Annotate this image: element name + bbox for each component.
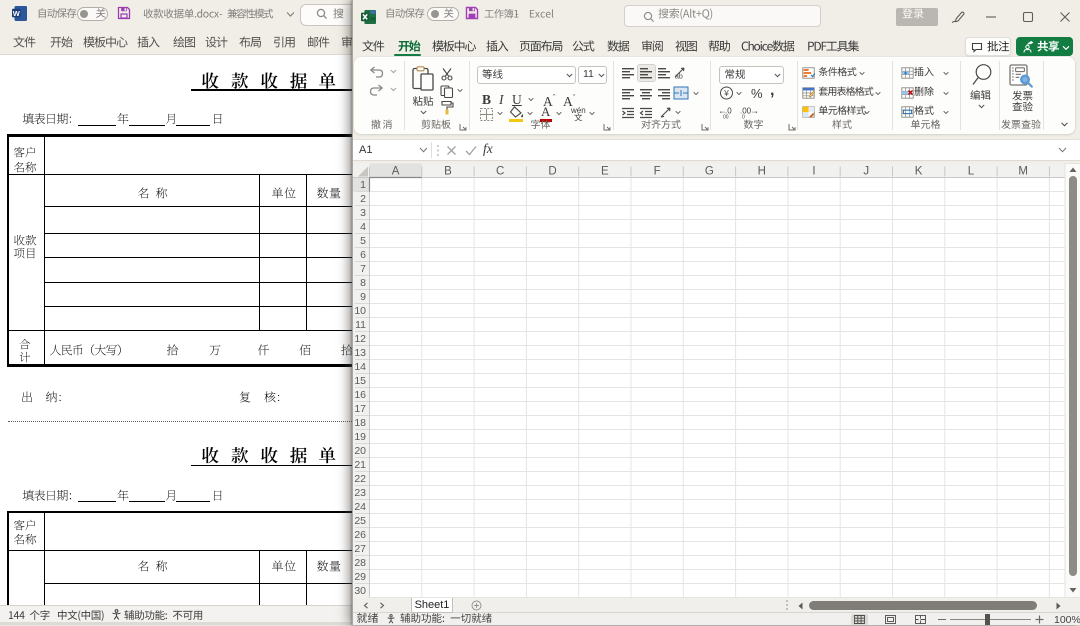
svg-text:A: A — [392, 166, 400, 178]
svg-text:4: 4 — [360, 221, 366, 233]
svg-text:F: F — [654, 166, 661, 178]
svg-text:B: B — [444, 166, 452, 178]
svg-text:17: 17 — [354, 403, 366, 415]
svg-text:11: 11 — [355, 319, 366, 331]
svg-text:24: 24 — [354, 501, 366, 513]
svg-text:8: 8 — [360, 277, 366, 289]
svg-text:27: 27 — [354, 543, 366, 555]
svg-text:5: 5 — [360, 235, 366, 247]
svg-text:D: D — [548, 166, 556, 178]
svg-text:9: 9 — [360, 291, 366, 303]
svg-text:H: H — [758, 166, 766, 178]
svg-text:19: 19 — [354, 431, 366, 443]
svg-text:22: 22 — [354, 473, 366, 485]
svg-text:W: W — [13, 9, 21, 18]
svg-text:J: J — [863, 166, 869, 178]
svg-text:G: G — [705, 166, 714, 178]
svg-text:12: 12 — [354, 333, 366, 345]
svg-text:3: 3 — [360, 207, 366, 219]
svg-text:2: 2 — [360, 193, 366, 205]
svg-text:15: 15 — [354, 375, 366, 387]
svg-text:13: 13 — [354, 347, 366, 359]
svg-text:16: 16 — [354, 389, 366, 401]
svg-text:L: L — [968, 166, 975, 178]
svg-text:26: 26 — [354, 529, 366, 541]
svg-text:29: 29 — [354, 571, 366, 583]
svg-text:7: 7 — [360, 263, 366, 275]
svg-text:10: 10 — [354, 305, 366, 317]
svg-text:K: K — [915, 166, 923, 178]
svg-text:6: 6 — [360, 249, 366, 261]
svg-text:1: 1 — [360, 179, 366, 191]
svg-text:25: 25 — [354, 515, 366, 527]
svg-text:23: 23 — [354, 487, 366, 499]
svg-text:18: 18 — [354, 417, 366, 429]
svg-text:I: I — [812, 166, 815, 178]
svg-text:E: E — [601, 166, 609, 178]
svg-text:20: 20 — [354, 445, 366, 457]
svg-text:21: 21 — [354, 459, 366, 471]
svg-text:C: C — [496, 166, 504, 178]
svg-text:14: 14 — [354, 361, 366, 373]
svg-text:M: M — [1018, 166, 1028, 178]
svg-text:30: 30 — [354, 585, 366, 597]
svg-text:28: 28 — [354, 557, 366, 569]
